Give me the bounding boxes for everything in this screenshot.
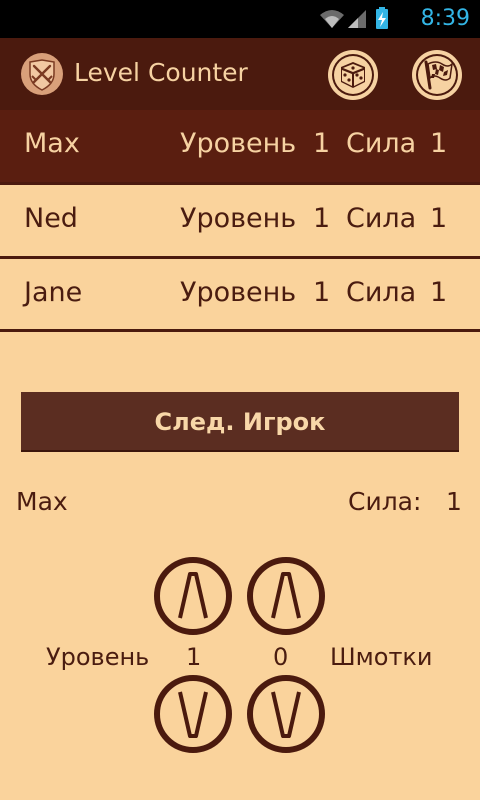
level-down-button[interactable] <box>153 674 233 754</box>
player-name: Ned <box>24 203 78 234</box>
player-strength-label: Сила <box>346 277 417 308</box>
player-strength-value: 1 <box>430 277 448 308</box>
gear-value: 0 <box>273 643 289 671</box>
level-up-button[interactable] <box>153 556 233 636</box>
status-time: 8:39 <box>420 6 470 31</box>
player-level-label: Уровень <box>180 203 297 234</box>
gear-up-button[interactable] <box>246 556 326 636</box>
app-title: Level Counter <box>74 58 248 87</box>
player-level-label: Уровень <box>180 128 297 159</box>
player-level-value: 1 <box>313 203 331 234</box>
player-level-value: 1 <box>313 128 331 159</box>
wifi-icon <box>320 10 344 28</box>
status-icons <box>320 7 388 29</box>
player-name: Jane <box>24 277 83 308</box>
current-strength-label: Сила: <box>348 487 422 516</box>
player-strength-value: 1 <box>430 203 448 234</box>
player-row[interactable]: Max Уровень 1 Сила 1 <box>0 110 480 182</box>
player-strength-value: 1 <box>430 128 448 159</box>
crossed-swords-shield-icon[interactable] <box>20 52 64 96</box>
player-level-label: Уровень <box>180 277 297 308</box>
player-strength-label: Сила <box>346 128 417 159</box>
level-value: 1 <box>186 643 202 671</box>
status-bar: 8:39 <box>0 0 480 38</box>
player-row[interactable]: Ned Уровень 1 Сила 1 <box>0 185 480 257</box>
player-level-value: 1 <box>313 277 331 308</box>
current-player-name: Max <box>16 487 68 516</box>
checkered-flag-icon[interactable] <box>410 48 464 102</box>
next-player-button[interactable]: След. Игрок <box>21 392 459 452</box>
battery-charging-icon <box>376 7 388 29</box>
player-strength-label: Сила <box>346 203 417 234</box>
signal-icon <box>348 10 366 28</box>
gear-down-button[interactable] <box>246 674 326 754</box>
dice-icon[interactable] <box>326 48 380 102</box>
player-name: Max <box>24 128 80 159</box>
level-label: Уровень <box>46 643 150 671</box>
action-bar: Level Counter <box>0 38 480 110</box>
current-strength-value: 1 <box>446 487 462 516</box>
player-row[interactable]: Jane Уровень 1 Сила 1 <box>0 259 480 331</box>
row-divider <box>0 329 480 332</box>
gear-label: Шмотки <box>330 643 433 671</box>
